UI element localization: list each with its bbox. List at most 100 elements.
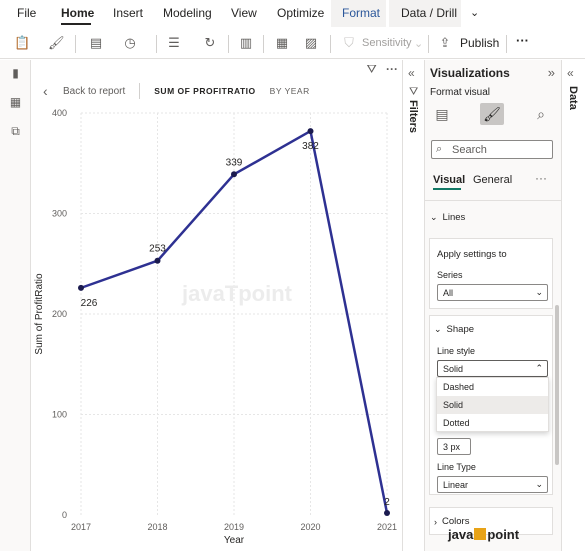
line-type-label: Line Type	[437, 462, 476, 472]
tab-data-drill[interactable]: Data / Drill	[401, 6, 457, 20]
chevron-down-icon: ⌄	[535, 479, 543, 489]
visual-header-tools: ⛛ ···	[367, 62, 398, 77]
toolbar-divider	[263, 35, 264, 53]
line-type-value: Linear	[443, 480, 469, 490]
watermark-text-right: point	[487, 527, 520, 542]
ribbon-toolbar: 📋 🖌 ▤ ◷ ☰ ↻ ▥ ▦ ▨ ⛉ Sensitivity ⌄ ⇪ Publ…	[0, 27, 585, 59]
breadcrumb-by: BY YEAR	[269, 86, 310, 96]
format-painter-icon[interactable]: 🖌	[48, 35, 65, 51]
data-pane-label[interactable]: Data	[567, 86, 579, 110]
search-input[interactable]: ⌕ Search	[431, 140, 553, 159]
line-type-dropdown[interactable]: Linear ⌄	[437, 476, 548, 493]
line-width-value: 3 px	[443, 442, 461, 452]
tab-format[interactable]: Format	[342, 6, 380, 20]
funnel-icon: ⛛	[409, 86, 419, 98]
report-canvas: ⛛ ··· ‹ Back to report SUM OF PROFITRATI…	[31, 60, 402, 551]
pane-scrollbar[interactable]	[555, 305, 559, 465]
chevron-right-icon: ›	[434, 516, 437, 527]
menu-item-dashed[interactable]: Dashed	[437, 378, 548, 396]
shape-section-header[interactable]: ⌄ Shape	[434, 324, 474, 335]
chevron-down-icon: ⌄	[430, 212, 438, 222]
data-point[interactable]	[78, 284, 84, 291]
y-axis-label: Sum of ProfitRatio	[34, 273, 45, 355]
pane-divider	[425, 200, 561, 201]
line-style-label: Line style	[437, 346, 476, 356]
analytics-icon[interactable]: ⌕	[529, 103, 553, 125]
filter-icon[interactable]: ⛛	[367, 62, 377, 76]
ribbon-tabs: File Home Insert Modeling View Optimize …	[0, 0, 585, 27]
quick-measure-icon[interactable]: ▨	[303, 35, 319, 51]
get-data-icon[interactable]: ▤	[88, 35, 104, 51]
search-placeholder: Search	[452, 144, 487, 156]
colors-section-header[interactable]: › Colors	[434, 516, 469, 527]
line-chart[interactable]: 0 100 200 300 400 2017 2018 2019 2020 2021 javaT…	[31, 105, 402, 551]
calculator-icon[interactable]: ▦	[274, 35, 290, 51]
model-view-icon[interactable]: ⧉	[8, 124, 23, 139]
more-options-button[interactable]: ···	[516, 33, 529, 48]
report-view-icon[interactable]: ▮	[8, 66, 23, 81]
search-icon: ⌕	[436, 143, 443, 155]
y-axis-ticks: 0 100 200 300 400	[52, 108, 67, 520]
menu-item-solid[interactable]: Solid	[437, 396, 548, 414]
x-tick-label: 2021	[377, 522, 397, 532]
visualizations-title: Visualizations	[430, 66, 510, 80]
sensitivity-button[interactable]: Sensitivity	[362, 37, 412, 49]
shield-icon: ⛉	[344, 35, 354, 50]
series-value: All	[443, 288, 454, 298]
active-tab-indicator	[61, 23, 91, 25]
visualizations-pane: Visualizations » Format visual ▤ 🖌 ⌕ ⌕ S…	[425, 60, 561, 551]
series-label: Series	[437, 270, 463, 280]
toolbar-divider	[156, 35, 157, 53]
table-view-icon[interactable]: ▦	[8, 95, 23, 110]
x-axis-ticks: 2017 2018 2019 2020 2021	[71, 522, 397, 532]
publish-button[interactable]: Publish	[460, 36, 499, 50]
menu-item-dotted[interactable]: Dotted	[437, 414, 548, 432]
subtab-general[interactable]: General	[473, 174, 512, 186]
x-tick-label: 2018	[147, 522, 167, 532]
expand-filters-icon[interactable]: «	[408, 66, 415, 80]
data-point[interactable]	[154, 257, 161, 264]
more-options-icon[interactable]: ···	[535, 171, 547, 185]
data-point[interactable]	[384, 509, 390, 516]
line-style-dropdown[interactable]: Solid ⌃	[437, 360, 548, 377]
chevron-down-icon: ⌄	[434, 324, 442, 334]
subtab-visual[interactable]: Visual	[433, 174, 465, 186]
tab-view[interactable]: View	[231, 6, 257, 20]
refresh-icon[interactable]: ↻	[202, 35, 218, 51]
build-visual-icon[interactable]: ▤	[430, 103, 454, 125]
chart-data-labels: 226 253 339 382 2	[81, 141, 391, 508]
tab-insert[interactable]: Insert	[113, 6, 143, 20]
format-brush-icon[interactable]: 🖌	[480, 103, 504, 125]
chevron-down-icon: ⌄	[414, 38, 424, 50]
collapse-pane-icon[interactable]: »	[548, 65, 555, 80]
apply-settings-card: Apply settings to Series All ⌄	[429, 238, 553, 309]
tab-optimize[interactable]: Optimize	[277, 6, 324, 20]
series-dropdown[interactable]: All ⌄	[437, 284, 548, 301]
colors-section-label: Colors	[442, 516, 470, 527]
tab-file[interactable]: File	[17, 6, 36, 20]
recent-sources-icon[interactable]: ◷	[122, 35, 138, 51]
view-switcher-rail: ▮ ▦ ⧉	[0, 60, 31, 551]
y-tick-label: 100	[52, 410, 67, 420]
chevron-down-icon[interactable]: ⌄	[470, 6, 479, 19]
tab-home[interactable]: Home	[61, 6, 94, 20]
data-label: 2	[384, 497, 390, 508]
back-to-report-link[interactable]: Back to report	[63, 86, 125, 97]
back-arrow-icon[interactable]: ‹	[43, 83, 59, 99]
transform-data-icon[interactable]: ☰	[166, 35, 182, 51]
filters-pane-label[interactable]: Filters	[407, 100, 419, 133]
active-subtab-indicator	[433, 188, 461, 190]
tab-modeling[interactable]: Modeling	[163, 6, 212, 20]
more-options-icon[interactable]: ···	[386, 62, 398, 76]
new-visual-icon[interactable]: ▥	[238, 35, 254, 51]
data-point[interactable]	[307, 128, 314, 135]
lines-section-header[interactable]: ⌄ Lines	[430, 212, 465, 223]
expand-data-icon[interactable]: «	[567, 66, 574, 80]
x-axis-label: Year	[224, 535, 245, 546]
data-point[interactable]	[231, 171, 237, 178]
data-label: 226	[81, 298, 98, 309]
breadcrumb-divider	[139, 83, 141, 99]
lines-section-label: Lines	[442, 212, 466, 223]
line-width-input[interactable]: 3 px	[437, 438, 471, 455]
paste-icon[interactable]: 📋	[14, 35, 30, 51]
